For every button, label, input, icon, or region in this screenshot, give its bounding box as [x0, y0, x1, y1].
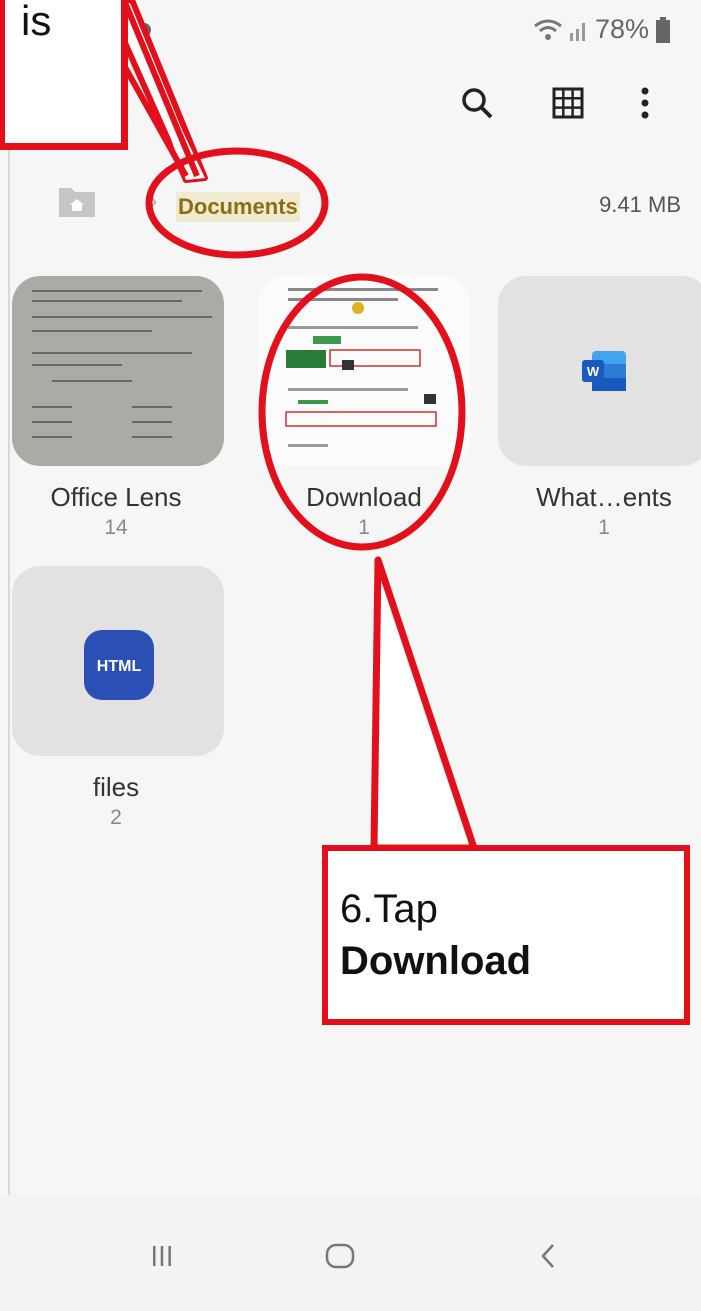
- callout-previous-step: is: [0, 0, 128, 150]
- folder-tile-download[interactable]: [258, 276, 470, 466]
- grid-view-button[interactable]: [543, 78, 593, 128]
- word-badge-letter: W: [587, 364, 600, 379]
- battery-icon: [656, 16, 670, 43]
- more-vert-icon: [641, 87, 649, 119]
- folder-count: 1: [358, 516, 370, 539]
- signal-icon: [569, 22, 585, 41]
- word-icon: W: [582, 351, 626, 391]
- recent-apps-button[interactable]: [132, 1231, 192, 1281]
- back-button[interactable]: [518, 1231, 578, 1281]
- callout-previous-text: is: [21, 0, 52, 44]
- home-icon: [325, 1243, 355, 1269]
- folder-tile-office-lens[interactable]: [12, 276, 224, 466]
- callout-step-6: 6.Tap Download: [322, 845, 690, 1025]
- folder-size: 9.41 MB: [599, 192, 681, 217]
- back-icon: [541, 1244, 554, 1268]
- folder-tile-whatsapp-documents[interactable]: W: [498, 276, 701, 466]
- more-options-button[interactable]: [620, 78, 670, 128]
- chevron-right-icon: ›: [150, 188, 158, 213]
- search-icon: [462, 88, 493, 119]
- html-badge-label: HTML: [97, 658, 142, 675]
- home-button[interactable]: [310, 1231, 370, 1281]
- folder-count: 2: [110, 806, 122, 829]
- battery-percent: 78%: [594, 14, 649, 44]
- callout-step-target: Download: [340, 939, 532, 983]
- folder-tile-files[interactable]: HTML: [12, 566, 224, 756]
- wifi-icon: [534, 19, 562, 40]
- navigation-bar: [0, 1195, 701, 1311]
- folder-count: 1: [598, 516, 610, 539]
- folder-name: What…ents: [536, 482, 672, 512]
- notification-bulb-icon: [137, 23, 151, 44]
- folder-count: 14: [104, 516, 128, 539]
- breadcrumb: › Documents 9.41 MB: [0, 170, 701, 240]
- download-thumbnail: [285, 288, 438, 447]
- grid-view-icon: [552, 87, 584, 119]
- search-button[interactable]: [452, 78, 502, 128]
- folder-name: Office Lens: [50, 482, 182, 512]
- home-folder-icon[interactable]: [58, 184, 96, 218]
- callout-step-text: 6.Tap: [340, 887, 438, 931]
- folder-name: Download: [306, 482, 422, 512]
- recent-apps-icon: [153, 1246, 171, 1266]
- html-icon: HTML: [84, 630, 154, 700]
- breadcrumb-current-folder[interactable]: Documents: [176, 192, 300, 222]
- folder-name: files: [92, 772, 140, 802]
